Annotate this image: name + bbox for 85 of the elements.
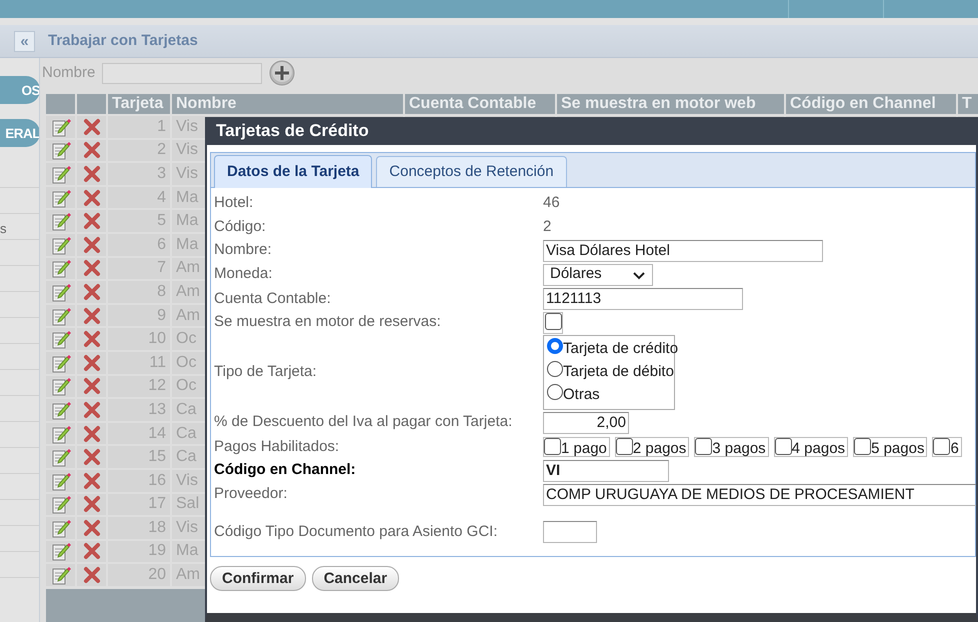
- text-field[interactable]: VI: [543, 460, 669, 482]
- radio-button[interactable]: [547, 384, 563, 400]
- dialog-title: Tarjetas de Crédito: [207, 117, 976, 145]
- delete-icon[interactable]: [82, 352, 102, 373]
- delete-icon[interactable]: [82, 494, 102, 514]
- edit-icon[interactable]: [50, 329, 72, 350]
- dialog-button[interactable]: Cancelar: [312, 566, 400, 591]
- edit-icon[interactable]: [50, 352, 72, 373]
- tab[interactable]: Conceptos de Retención: [376, 156, 567, 187]
- delete-icon[interactable]: [82, 258, 102, 278]
- text-field[interactable]: Visa Dólares Hotel: [543, 240, 823, 262]
- option-label[interactable]: Otras: [563, 384, 600, 406]
- option-label[interactable]: 6: [950, 438, 959, 457]
- text-field[interactable]: [543, 521, 597, 544]
- option-label[interactable]: 5 pagos: [871, 438, 924, 457]
- payment-option[interactable]: 4 pagos: [774, 437, 848, 457]
- payment-option[interactable]: 2 pagos: [614, 437, 690, 457]
- edit-icon[interactable]: [50, 188, 72, 208]
- edit-icon[interactable]: [50, 494, 72, 514]
- checkbox[interactable]: [616, 438, 633, 455]
- delete-icon[interactable]: [82, 116, 102, 137]
- edit-icon[interactable]: [50, 234, 72, 255]
- filter-label: Nombre: [42, 62, 96, 83]
- delete-icon[interactable]: [82, 234, 102, 255]
- delete-icon[interactable]: [82, 282, 102, 302]
- edit-icon[interactable]: [50, 447, 72, 468]
- edit-icon[interactable]: [50, 211, 72, 232]
- dialog-button[interactable]: Confirmar: [210, 566, 306, 591]
- payment-option[interactable]: 5 pagos: [853, 437, 928, 457]
- add-icon[interactable]: [269, 60, 296, 86]
- edit-icon[interactable]: [50, 306, 72, 326]
- option-label[interactable]: 3 pagos: [712, 438, 766, 457]
- checkbox[interactable]: [933, 438, 950, 455]
- delete-icon[interactable]: [82, 424, 102, 444]
- checkbox[interactable]: [774, 438, 792, 455]
- menu-item[interactable]: s: [0, 221, 6, 236]
- option-label[interactable]: Tarjeta de débito: [563, 360, 674, 384]
- checkbox[interactable]: [545, 312, 562, 330]
- edit-icon[interactable]: [50, 518, 72, 538]
- text-field[interactable]: 1121113: [543, 288, 743, 310]
- radio-button[interactable]: [547, 361, 563, 377]
- delete-icon[interactable]: [82, 329, 102, 350]
- edit-icon[interactable]: [50, 541, 72, 562]
- edit-icon[interactable]: [50, 470, 72, 491]
- checkbox[interactable]: [544, 438, 561, 455]
- delete-icon[interactable]: [82, 518, 102, 538]
- edit-icon[interactable]: [50, 565, 72, 586]
- delete-icon[interactable]: [82, 565, 102, 586]
- delete-icon[interactable]: [82, 541, 102, 562]
- field-value: 2: [543, 218, 552, 235]
- edit-icon[interactable]: [50, 400, 72, 420]
- option-label[interactable]: 1 pago: [561, 438, 607, 457]
- delete-icon[interactable]: [82, 140, 102, 160]
- checkbox[interactable]: [854, 438, 872, 455]
- option-label[interactable]: 4 pagos: [792, 438, 846, 457]
- delete-icon[interactable]: [82, 164, 102, 184]
- delete-icon[interactable]: [82, 188, 102, 208]
- radio-button[interactable]: [547, 338, 563, 354]
- option-label[interactable]: 2 pagos: [632, 438, 686, 457]
- edit-icon[interactable]: [50, 258, 72, 278]
- edit-icon[interactable]: [50, 116, 72, 137]
- delete-icon[interactable]: [82, 470, 102, 491]
- edit-icon[interactable]: [50, 164, 72, 184]
- chevron-down-icon[interactable]: [632, 270, 646, 280]
- edit-icon[interactable]: [50, 140, 72, 160]
- edit-icon[interactable]: [50, 424, 72, 444]
- tab[interactable]: Datos de la Tarjeta: [214, 155, 372, 188]
- delete-icon[interactable]: [82, 306, 102, 326]
- payment-option[interactable]: 6: [932, 437, 962, 457]
- payment-option[interactable]: 1 pago: [543, 437, 610, 457]
- delete-icon[interactable]: [82, 447, 102, 468]
- edit-icon[interactable]: [50, 282, 72, 302]
- field-value: 46: [543, 194, 560, 211]
- delete-icon[interactable]: [82, 400, 102, 420]
- text-field[interactable]: 2,00: [543, 412, 629, 434]
- checkbox[interactable]: [695, 438, 712, 455]
- text-field[interactable]: COMP URUGUAYA DE MEDIOS DE PROCESAMIENT: [543, 484, 976, 506]
- page-title: Trabajar con Tarjetas: [48, 30, 198, 51]
- edit-icon[interactable]: [50, 376, 72, 396]
- option-label[interactable]: Tarjeta de crédito: [563, 338, 678, 360]
- payment-option[interactable]: 3 pagos: [694, 437, 769, 457]
- delete-icon[interactable]: [82, 211, 102, 232]
- currency-dropdown[interactable]: Dólares: [543, 264, 653, 286]
- name-filter-field[interactable]: [102, 62, 262, 84]
- delete-icon[interactable]: [82, 376, 102, 396]
